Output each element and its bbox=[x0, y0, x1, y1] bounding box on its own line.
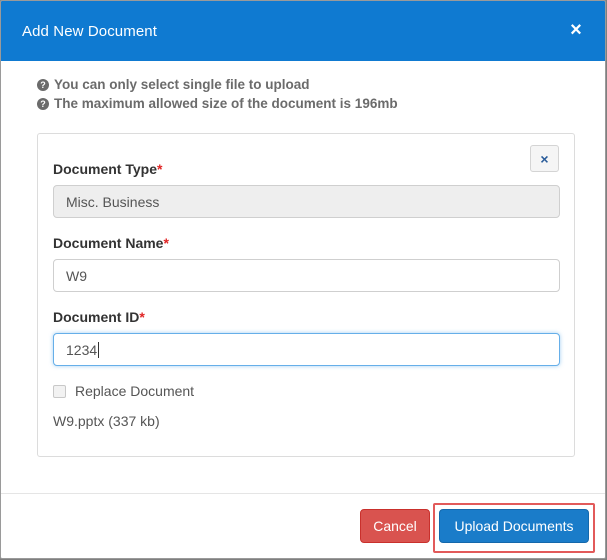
modal-title: Add New Document bbox=[22, 22, 157, 40]
question-circle-icon: ? bbox=[37, 78, 49, 91]
info-max-size: ? The maximum allowed size of the docume… bbox=[37, 94, 398, 113]
document-id-label: Document ID* bbox=[53, 309, 145, 325]
required-mark: * bbox=[163, 235, 169, 251]
footer-divider bbox=[1, 493, 605, 494]
selected-file-info: W9.pptx (337 kb) bbox=[53, 413, 160, 429]
replace-document-option[interactable]: Replace Document bbox=[53, 383, 194, 399]
replace-document-label: Replace Document bbox=[75, 383, 195, 399]
info-text: The maximum allowed size of the document… bbox=[54, 96, 398, 111]
required-mark: * bbox=[156, 161, 163, 177]
document-panel: × Document Type* Misc. Business Document… bbox=[37, 133, 575, 457]
upload-documents-button[interactable]: Upload Documents bbox=[439, 509, 589, 543]
question-circle-icon: ? bbox=[37, 97, 49, 110]
close-icon: × bbox=[540, 150, 549, 167]
cancel-button[interactable]: Cancel bbox=[360, 509, 430, 543]
document-id-field[interactable]: 1234 bbox=[53, 333, 560, 366]
upload-info: ? You can only select single file to upl… bbox=[37, 75, 398, 113]
document-name-label: Document Name* bbox=[53, 235, 169, 251]
document-type-field[interactable]: Misc. Business bbox=[53, 185, 560, 218]
remove-document-button[interactable]: × bbox=[530, 145, 559, 172]
document-name-field[interactable]: W9 bbox=[53, 259, 560, 292]
replace-document-checkbox[interactable] bbox=[53, 384, 66, 398]
info-single-file: ? You can only select single file to upl… bbox=[37, 75, 398, 94]
document-name-value: W9 bbox=[66, 267, 87, 284]
required-mark: * bbox=[139, 309, 145, 325]
document-type-label: Document Type* bbox=[53, 161, 163, 177]
document-type-value: Misc. Business bbox=[66, 193, 160, 210]
text-caret bbox=[98, 341, 100, 358]
close-icon[interactable]: × bbox=[569, 20, 583, 40]
info-text: You can only select single file to uploa… bbox=[54, 77, 310, 92]
modal-header: Add New Document × bbox=[1, 1, 605, 61]
add-document-modal: Add New Document × ? You can only select… bbox=[0, 0, 606, 559]
document-id-value: 1234 bbox=[66, 341, 98, 358]
